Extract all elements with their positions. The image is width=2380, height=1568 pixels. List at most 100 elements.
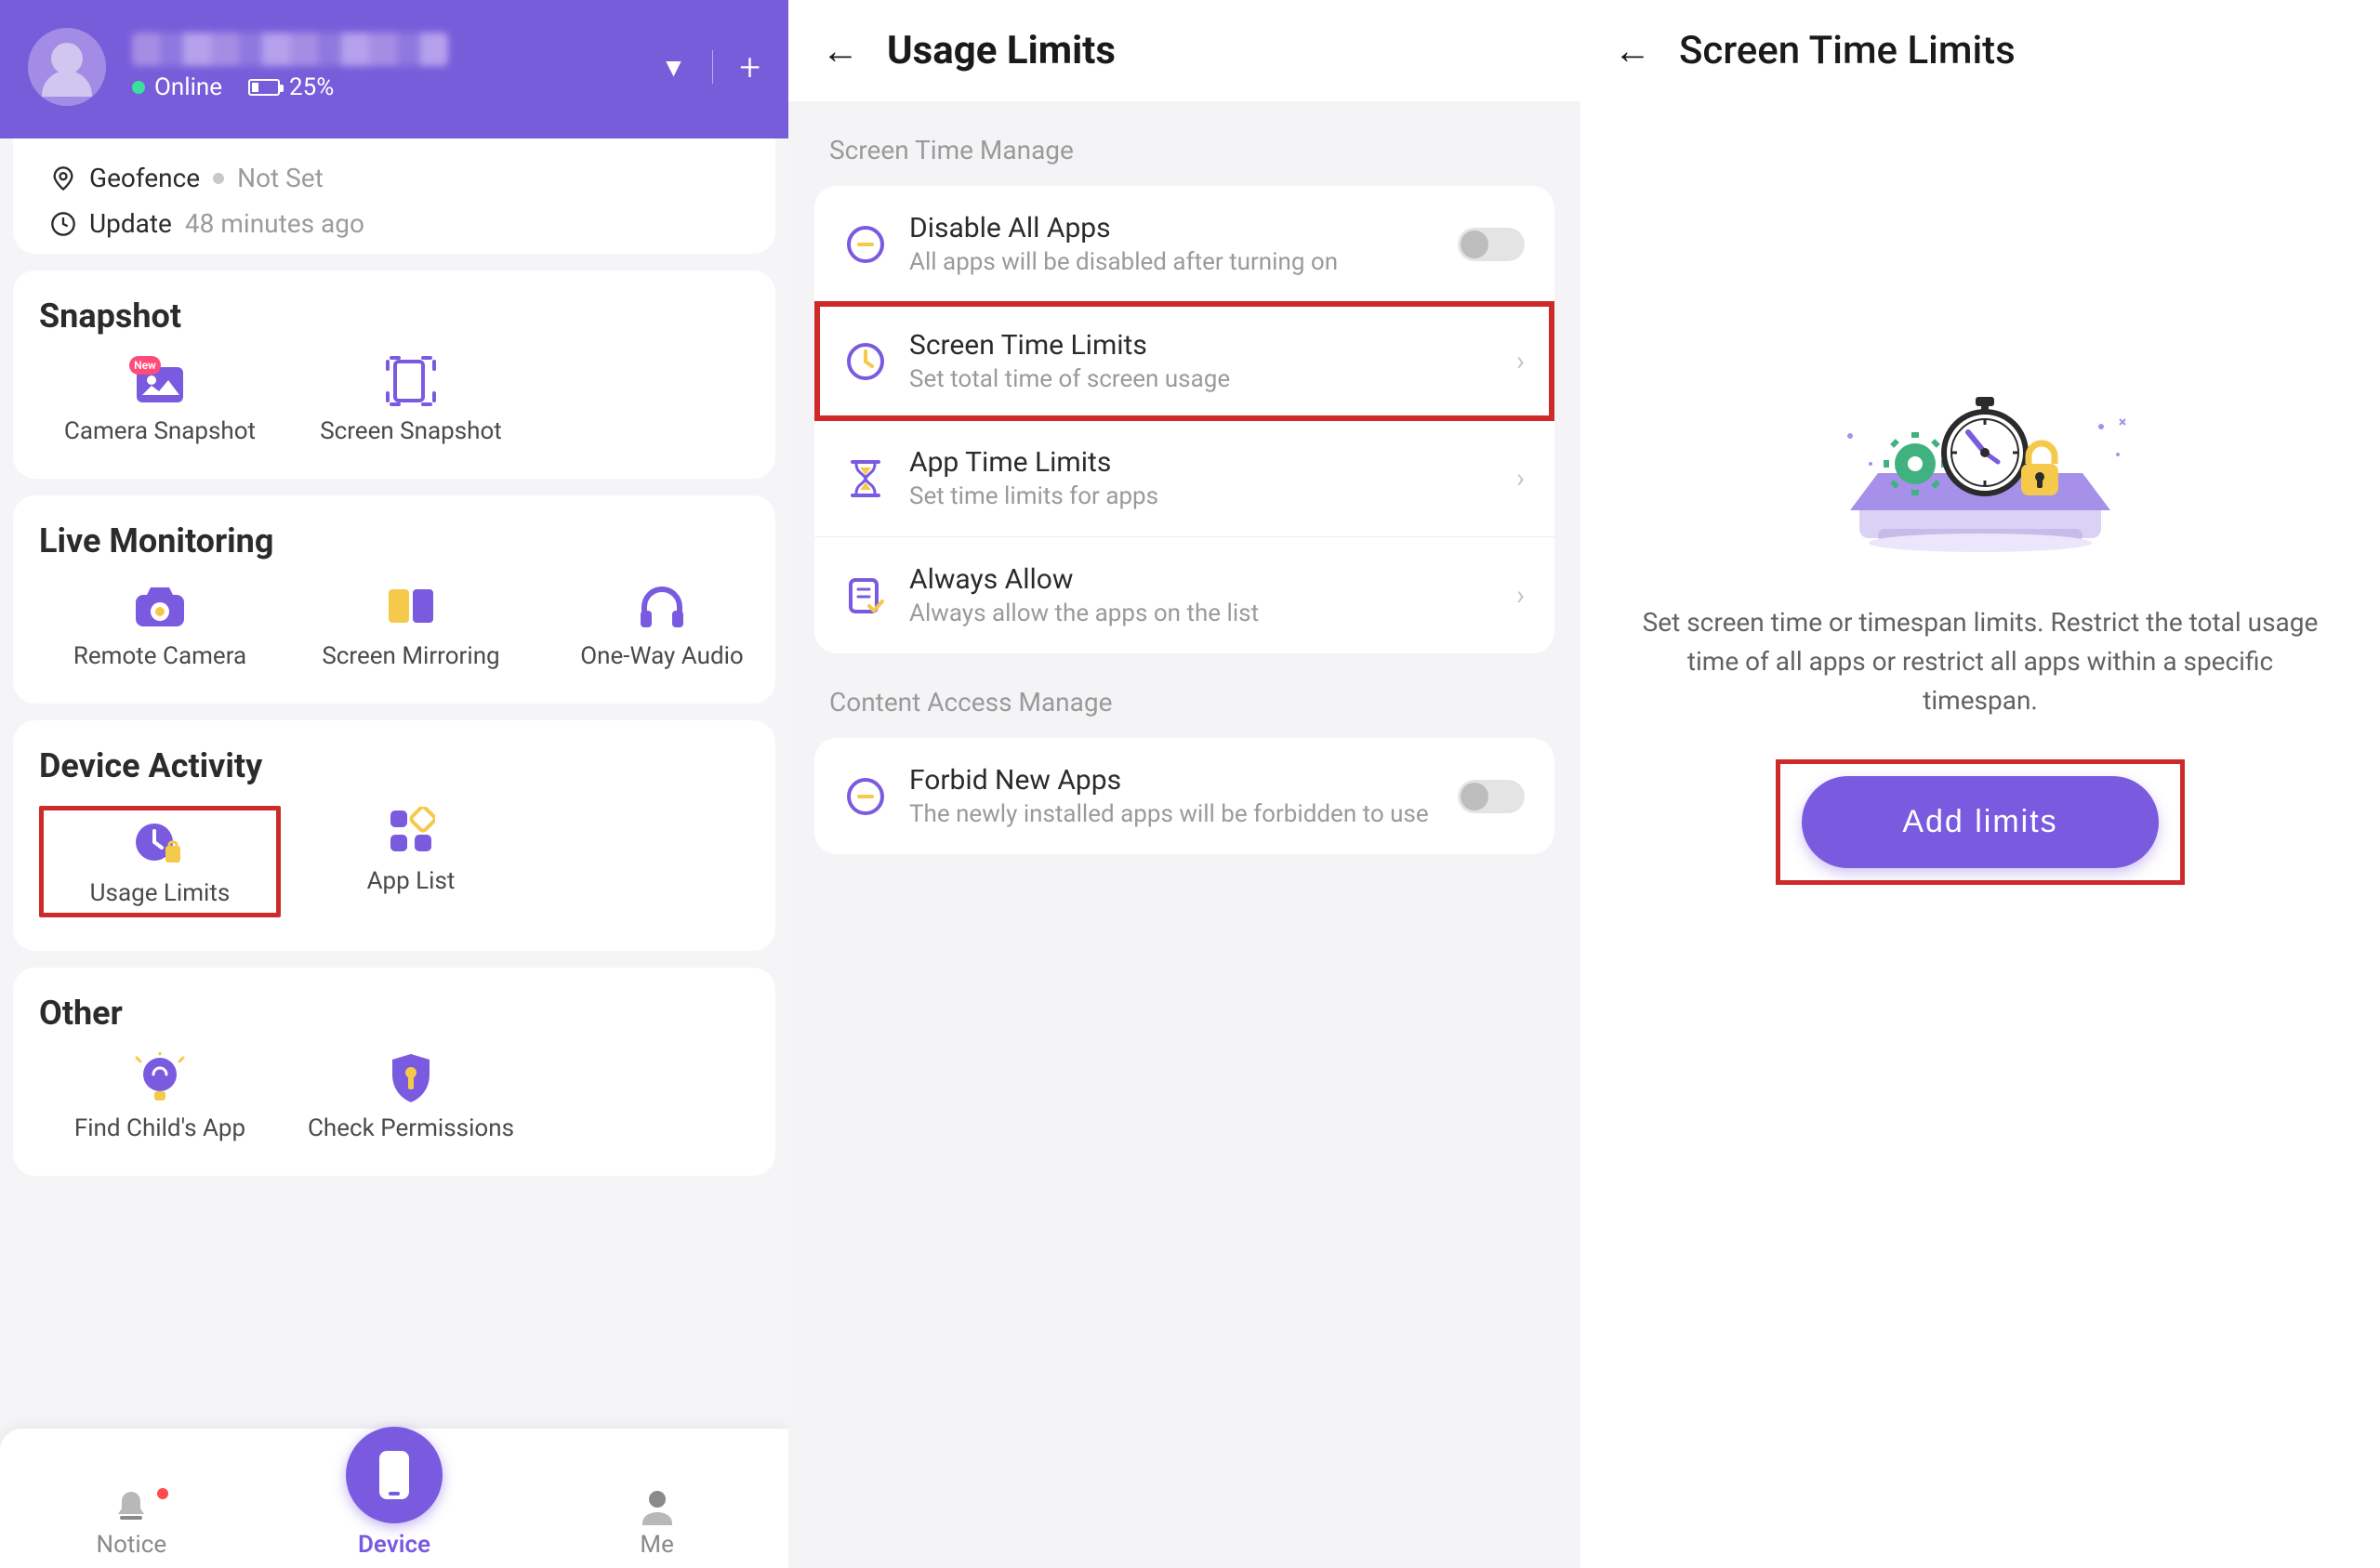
screen-time-manage-card: Disable All Apps All apps will be disabl…: [814, 186, 1554, 653]
nav-label: Me: [640, 1531, 674, 1559]
card-title: Other: [39, 994, 749, 1033]
find-childs-app-item[interactable]: Find Child's App: [39, 1053, 281, 1142]
chevron-right-icon: ›: [1516, 579, 1525, 612]
icon-label: One-Way Audio: [580, 642, 744, 670]
chevron-down-icon[interactable]: ▼: [661, 52, 687, 83]
screen-mirroring-item[interactable]: Screen Mirroring: [290, 581, 532, 670]
dashboard-panel: Online 25% ▼ + Geofence Not Set Update 4…: [0, 0, 788, 1568]
icon-label: Find Child's App: [74, 1114, 245, 1142]
setting-sub: All apps will be disabled after turning …: [909, 248, 1435, 276]
icon-label: Screen Snapshot: [320, 417, 502, 445]
forbid-new-apps-row[interactable]: Forbid New Apps The newly installed apps…: [814, 738, 1554, 854]
remote-camera-icon: [127, 581, 192, 631]
headphones-icon: [629, 581, 694, 631]
setting-title: Forbid New Apps: [909, 764, 1435, 797]
usage-limits-icon: [127, 818, 192, 868]
online-dot-icon: [132, 81, 145, 94]
toggle-off-icon[interactable]: [1458, 780, 1525, 813]
toggle-off-icon[interactable]: [1458, 228, 1525, 261]
icon-label: Check Permissions: [308, 1114, 514, 1142]
battery-icon: [248, 79, 280, 96]
notification-dot-icon: [157, 1488, 168, 1499]
chevron-right-icon: ›: [1516, 462, 1525, 494]
icon-label: App List: [367, 867, 456, 895]
empty-state-description: Set screen time or timespan limits. Rest…: [1636, 603, 2324, 720]
svg-text:New: New: [134, 359, 156, 372]
content-access-card: Forbid New Apps The newly installed apps…: [814, 738, 1554, 854]
clock-lock-illustration-icon: [1822, 380, 2138, 566]
screen-mirroring-icon: [378, 581, 443, 631]
setting-sub: The newly installed apps will be forbidd…: [909, 800, 1435, 828]
card-title: Snapshot: [39, 296, 749, 336]
person-icon: [637, 1486, 678, 1527]
nav-me[interactable]: Me: [525, 1486, 788, 1559]
icon-label: Camera Snapshot: [64, 417, 256, 445]
hourglass-icon: [844, 457, 887, 500]
live-monitoring-card: Live Monitoring Remote Camera Screen Mir…: [13, 495, 775, 704]
remote-camera-item[interactable]: Remote Camera: [39, 581, 281, 670]
forbid-clock-icon: [844, 223, 887, 266]
section-label: Screen Time Manage: [788, 101, 1580, 186]
app-list-item[interactable]: App List: [290, 806, 532, 917]
camera-snapshot-item[interactable]: New Camera Snapshot: [39, 356, 281, 445]
screen-time-limits-row[interactable]: Screen Time Limits Set total time of scr…: [814, 303, 1554, 420]
setting-sub: Set total time of screen usage: [909, 365, 1494, 393]
geofence-value: Not Set: [237, 163, 324, 193]
setting-sub: Always allow the apps on the list: [909, 600, 1494, 627]
icon-label: Screen Mirroring: [322, 642, 499, 670]
card-title: Live Monitoring: [39, 521, 749, 560]
other-card: Other Find Child's App Check Permissions: [13, 968, 775, 1176]
bell-icon: [111, 1486, 152, 1527]
nav-device[interactable]: Device: [263, 1447, 526, 1559]
setting-title: App Time Limits: [909, 446, 1494, 479]
icon-label: Usage Limits: [90, 879, 231, 907]
back-arrow-icon[interactable]: ←: [1614, 29, 1651, 72]
avatar[interactable]: [28, 28, 106, 106]
screen-snapshot-icon: [378, 356, 443, 406]
device-bubble-icon: [346, 1427, 443, 1523]
topbar: ← Usage Limits: [788, 0, 1580, 101]
geofence-row[interactable]: Geofence Not Set: [50, 155, 738, 201]
geofence-label: Geofence: [89, 163, 200, 193]
battery-text: 25%: [289, 73, 334, 101]
section-label: Content Access Manage: [788, 653, 1580, 738]
forbid-clock-icon: [844, 775, 887, 818]
lightbulb-icon: [127, 1053, 192, 1103]
update-label: Update: [89, 208, 172, 239]
page-title: Usage Limits: [887, 28, 1116, 73]
dot-icon: [213, 173, 224, 184]
shield-key-icon: [378, 1053, 443, 1103]
checklist-icon: [844, 574, 887, 617]
clock-icon: [844, 340, 887, 383]
online-label: Online: [154, 73, 222, 101]
disable-all-apps-row[interactable]: Disable All Apps All apps will be disabl…: [814, 186, 1554, 303]
icon-label: Remote Camera: [73, 642, 246, 670]
highlight-box: [1776, 759, 2184, 885]
update-value: 48 minutes ago: [185, 208, 364, 239]
update-row: Update 48 minutes ago: [50, 201, 738, 246]
topbar: ← Screen Time Limits: [1580, 0, 2380, 101]
clock-icon: [50, 211, 76, 237]
nav-notice[interactable]: Notice: [0, 1486, 263, 1559]
bottom-nav: Notice Device Me: [0, 1429, 788, 1568]
geofence-icon: [50, 165, 76, 191]
chevron-right-icon: ›: [1516, 345, 1525, 377]
divider: [712, 50, 713, 84]
screen-snapshot-item[interactable]: Screen Snapshot: [290, 356, 532, 445]
one-way-audio-item[interactable]: One-Way Audio: [541, 581, 783, 670]
app-time-limits-row[interactable]: App Time Limits Set time limits for apps…: [814, 420, 1554, 537]
plus-icon[interactable]: +: [739, 46, 760, 89]
camera-snapshot-icon: New: [127, 356, 192, 406]
screen-time-limits-panel: ← Screen Time Limits: [1580, 0, 2380, 1568]
usage-limits-panel: ← Usage Limits Screen Time Manage Disabl…: [788, 0, 1580, 1568]
setting-title: Disable All Apps: [909, 212, 1435, 244]
snapshot-card: Snapshot New Camera Snapshot Screen Snap…: [13, 270, 775, 479]
page-title: Screen Time Limits: [1679, 28, 2016, 73]
always-allow-row[interactable]: Always Allow Always allow the apps on th…: [814, 537, 1554, 653]
profile-header: Online 25% ▼ +: [0, 0, 788, 138]
back-arrow-icon[interactable]: ←: [822, 29, 859, 72]
usage-limits-item[interactable]: Usage Limits: [39, 806, 281, 917]
nav-label: Device: [358, 1531, 430, 1559]
card-title: Device Activity: [39, 746, 749, 785]
check-permissions-item[interactable]: Check Permissions: [290, 1053, 532, 1142]
